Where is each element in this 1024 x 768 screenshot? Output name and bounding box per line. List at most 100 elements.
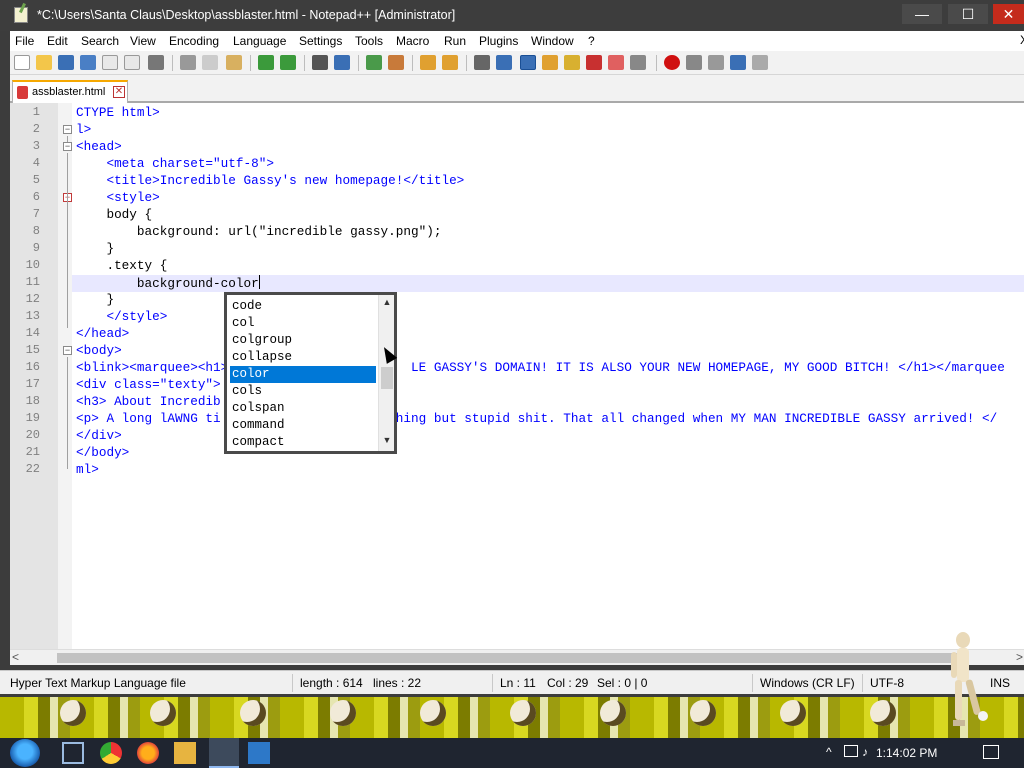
keyboard-app-icon[interactable] [248,742,270,764]
autocomplete-option[interactable]: collapse [230,349,376,366]
maximize-button[interactable]: ☐ [948,4,988,24]
scroll-down-icon[interactable]: ▼ [379,435,395,449]
autocomplete-scrollbar[interactable]: ▲ ▼ [378,295,394,451]
document-list-icon[interactable] [608,55,624,70]
record-macro-icon[interactable] [664,55,680,70]
autocomplete-option[interactable]: colgroup [230,332,376,349]
menu-run[interactable]: Run [444,34,466,48]
doc-map-icon[interactable] [542,55,558,70]
line-number: 16 [25,360,40,374]
zoom-in-icon[interactable] [366,55,382,70]
indent-guide-icon[interactable] [520,55,536,70]
wallpaper-pattern [150,700,176,726]
code-editor[interactable]: 1 2 3 4 5 6 7 8 9 10 11 12 13 14 15 16 17 18 19 20 21 22 − − … [10,103,1024,649]
scrollbar-thumb[interactable] [381,367,393,389]
fold-toggle-icon[interactable]: − [63,142,72,151]
close-file-icon[interactable] [102,55,118,70]
autocomplete-option-selected[interactable]: color [230,366,376,383]
autocomplete-option[interactable]: cols [230,383,376,400]
network-icon[interactable] [844,745,858,757]
menu-tools[interactable]: Tools [355,34,383,48]
save-all-icon[interactable] [80,55,96,70]
paste-icon[interactable] [226,55,242,70]
scroll-up-icon[interactable]: ▲ [379,297,395,311]
monitoring-icon[interactable] [630,55,646,70]
tray-overflow-icon[interactable]: ^ [826,745,832,759]
zoom-out-icon[interactable] [388,55,404,70]
new-file-icon[interactable] [14,55,30,70]
toolbar-separator [412,55,413,71]
run-macro-multiple-icon[interactable] [730,55,746,70]
scroll-left-icon[interactable]: < [12,650,19,664]
close-document-icon[interactable]: X [1020,33,1024,47]
menu-help[interactable]: ? [588,34,595,48]
find-icon[interactable] [312,55,328,70]
scroll-right-icon[interactable]: > [1016,650,1023,664]
save-macro-icon[interactable] [752,55,768,70]
firefox-icon[interactable] [137,742,159,764]
show-all-chars-icon[interactable] [496,55,512,70]
fold-toggle-icon[interactable]: − [63,125,72,134]
tab-bar: assblaster.html ✕ [10,75,1024,103]
code-line: <style> [76,190,159,205]
menu-macro[interactable]: Macro [396,34,429,48]
notepadpp-taskbar-icon[interactable] [209,738,239,768]
fold-margin[interactable] [58,103,72,649]
menu-encoding[interactable]: Encoding [169,34,219,48]
tab-assblaster-html[interactable]: assblaster.html ✕ [12,80,128,103]
notification-center-icon[interactable] [983,745,999,759]
start-button[interactable] [10,739,40,767]
menu-file[interactable]: File [15,34,34,48]
menu-search[interactable]: Search [81,34,119,48]
redo-icon[interactable] [280,55,296,70]
status-encoding: UTF-8 [870,676,904,690]
cut-icon[interactable] [180,55,196,70]
save-icon[interactable] [58,55,74,70]
close-all-icon[interactable] [124,55,140,70]
play-macro-icon[interactable] [708,55,724,70]
status-sel: Sel : 0 | 0 [597,676,648,690]
code-line: l> [76,122,91,137]
fold-guide-line [67,357,68,469]
menu-window[interactable]: Window [531,34,574,48]
autocomplete-option[interactable]: col [230,315,376,332]
open-file-icon[interactable] [36,55,52,70]
task-view-icon[interactable] [62,742,84,764]
replace-icon[interactable] [334,55,350,70]
folder-as-workspace-icon[interactable] [586,55,602,70]
scrollbar-thumb[interactable] [57,653,957,663]
tab-close-icon[interactable]: ✕ [113,86,125,98]
menu-settings[interactable]: Settings [299,34,342,48]
autocomplete-option[interactable]: code [230,298,376,315]
close-window-button[interactable]: ✕ [993,4,1024,24]
function-list-icon[interactable] [564,55,580,70]
word-wrap-icon[interactable] [474,55,490,70]
title-bar[interactable]: *C:\Users\Santa Claus\Desktop\assblaster… [0,0,1024,31]
menu-edit[interactable]: Edit [47,34,68,48]
minimize-button[interactable]: — [902,4,942,24]
autocomplete-option[interactable]: colspan [230,400,376,417]
toolbar-separator [250,55,251,71]
sync-horizontal-icon[interactable] [442,55,458,70]
print-icon[interactable] [148,55,164,70]
menu-plugins[interactable]: Plugins [479,34,518,48]
autocomplete-list[interactable]: code col colgroup collapse color cols co… [224,292,397,454]
autocomplete-option[interactable]: compact [230,434,376,451]
sync-vertical-icon[interactable] [420,55,436,70]
clock[interactable]: 1:14:02 PM [876,746,937,760]
copy-icon[interactable] [202,55,218,70]
dancing-figure-image [951,632,988,726]
file-explorer-icon[interactable] [174,742,196,764]
horizontal-scrollbar[interactable]: < > [10,649,1024,665]
line-number: 5 [32,173,40,187]
undo-icon[interactable] [258,55,274,70]
stop-macro-icon[interactable] [686,55,702,70]
autocomplete-option[interactable]: command [230,417,376,434]
code-token: <meta charset="utf-8"> [76,156,274,171]
menu-view[interactable]: View [130,34,156,48]
menu-language[interactable]: Language [233,34,286,48]
volume-icon[interactable]: ♪ [862,745,868,759]
fold-toggle-icon[interactable]: − [63,346,72,355]
chrome-icon[interactable] [100,742,122,764]
notepadpp-app-icon[interactable] [14,7,28,23]
